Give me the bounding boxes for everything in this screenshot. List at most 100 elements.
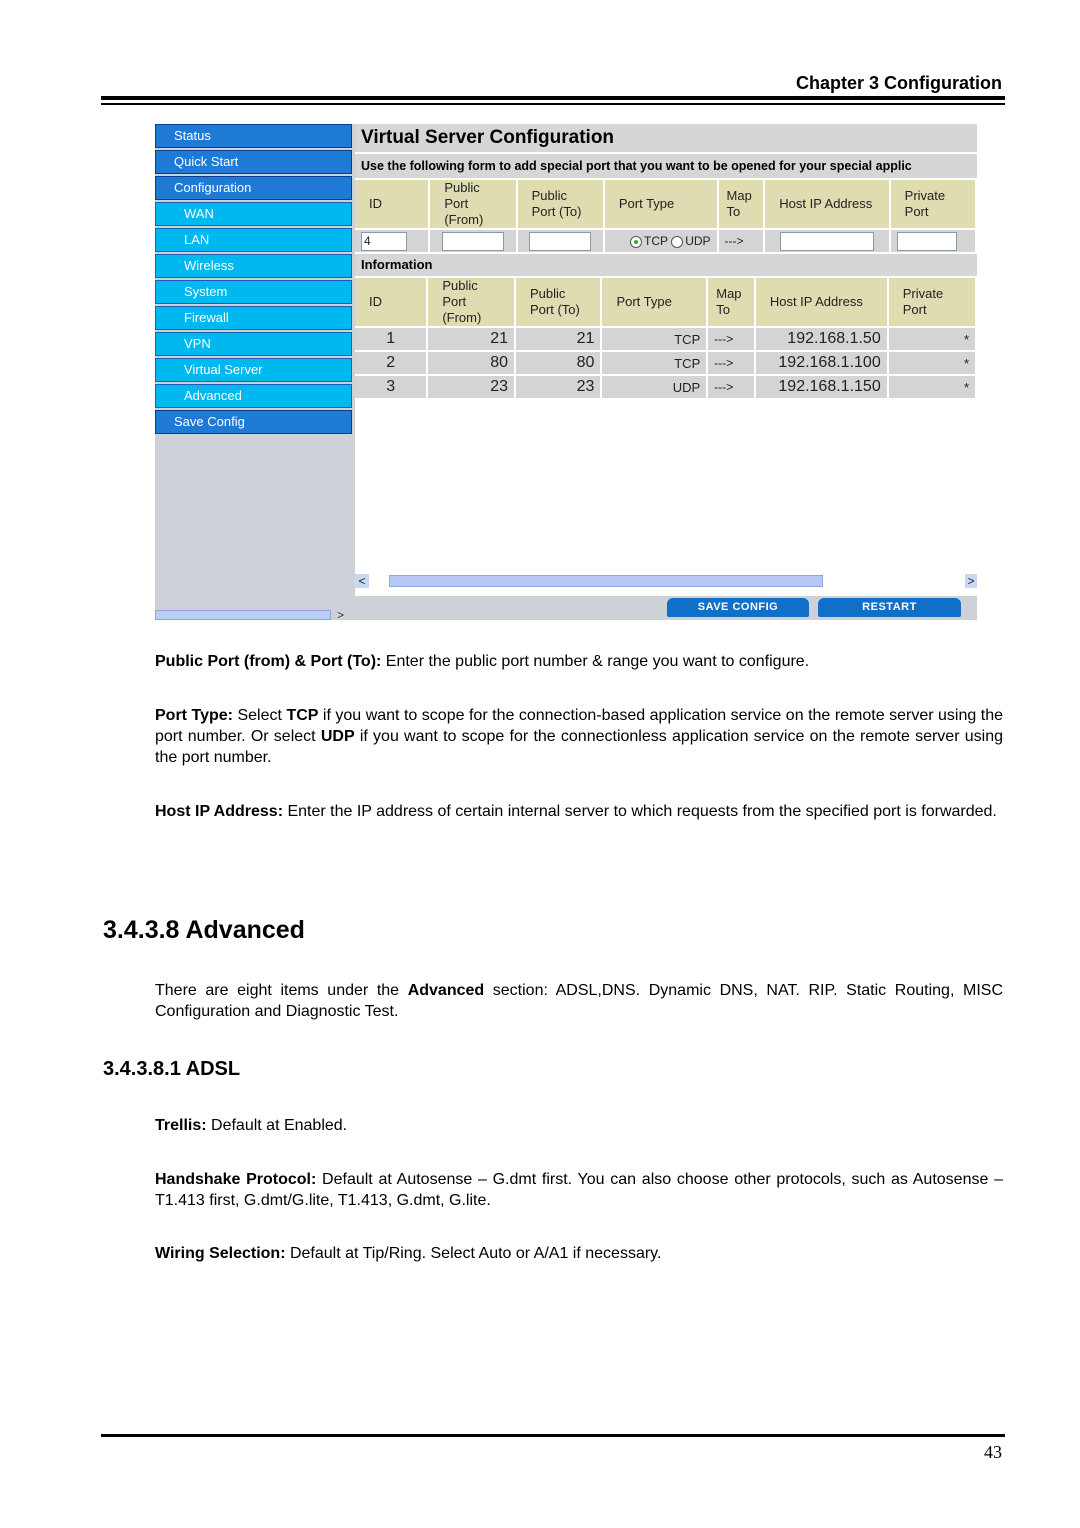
scroll-thumb[interactable] bbox=[389, 575, 823, 587]
scroll-right-icon[interactable]: > bbox=[965, 574, 977, 588]
sidebar-item-wan[interactable]: WAN bbox=[155, 202, 352, 226]
restart-button[interactable]: RESTART bbox=[818, 598, 961, 617]
id-input[interactable]: 4 bbox=[361, 231, 407, 251]
tcp-label: TCP bbox=[644, 234, 668, 248]
tcp-term: TCP bbox=[286, 707, 319, 724]
udp-label: UDP bbox=[685, 234, 711, 248]
column-header-line: Port bbox=[902, 302, 927, 317]
column-header: Port Type bbox=[602, 278, 707, 326]
column-header-line: Public bbox=[444, 180, 480, 195]
column-header: Map To bbox=[708, 278, 754, 326]
table-row: 2 80 80 TCP ---> 192.168.1.100 * bbox=[355, 352, 975, 374]
column-header-line: Public bbox=[442, 278, 478, 293]
paragraph-text: There are eight items under the bbox=[155, 982, 408, 999]
private-port-input[interactable] bbox=[896, 231, 957, 251]
table-header-row: ID Public Port (From) Public Port (To) Port Ty… bbox=[355, 180, 975, 228]
sidebar-item-virtual-server[interactable]: Virtual Server bbox=[155, 358, 352, 382]
page-number: 43 bbox=[984, 1442, 1002, 1462]
cell-to: 80 bbox=[516, 352, 601, 374]
sidebar-item-save-config[interactable]: Save Config bbox=[155, 410, 352, 434]
column-header-line: ID bbox=[369, 294, 382, 309]
sidebar-item-vpn[interactable]: VPN bbox=[155, 332, 352, 356]
add-form-row: 4 TCP UDP ---> bbox=[355, 230, 975, 252]
main-content: Virtual Server Configuration Use the fol… bbox=[355, 124, 977, 574]
paragraph-text: Default at Enabled. bbox=[206, 1117, 348, 1134]
column-header-line: Host IP Address bbox=[779, 196, 873, 211]
sidebar-scrollbar[interactable] bbox=[155, 610, 331, 620]
cell-id: 2 bbox=[355, 352, 427, 374]
horizontal-scrollbar[interactable]: < > bbox=[355, 574, 977, 596]
cell-type: TCP bbox=[602, 328, 707, 350]
column-header-line: Private bbox=[902, 286, 944, 301]
udp-radio[interactable] bbox=[671, 235, 684, 248]
host-ip-input[interactable] bbox=[779, 231, 874, 251]
column-header: ID bbox=[355, 278, 427, 326]
cell-to: 23 bbox=[516, 376, 601, 398]
scroll-left-icon[interactable]: < bbox=[355, 574, 369, 588]
trellis-paragraph: Trellis: Default at Enabled. bbox=[155, 1115, 1003, 1136]
term-label: Port Type: bbox=[155, 707, 233, 724]
cell-ip: 192.168.1.150 bbox=[755, 376, 887, 398]
cell-to: 21 bbox=[516, 328, 601, 350]
information-table: ID Public Port (From) Public Port (To) Port Ty… bbox=[353, 276, 977, 400]
table-row: 1 21 21 TCP ---> 192.168.1.50 * bbox=[355, 328, 975, 350]
public-port-from-input[interactable] bbox=[441, 231, 504, 251]
port-type-paragraph: Port Type: Select TCP if you want to sco… bbox=[155, 705, 1003, 768]
page-description: Use the following form to add special po… bbox=[355, 154, 977, 178]
column-header-line: Host IP Address bbox=[769, 294, 863, 309]
information-heading: Information bbox=[355, 254, 977, 276]
column-header: Host IP Address bbox=[755, 278, 887, 326]
save-config-button[interactable]: SAVE CONFIG bbox=[667, 598, 809, 617]
header-rule-thin bbox=[101, 103, 1005, 105]
handshake-paragraph: Handshake Protocol: Default at Autosense… bbox=[155, 1169, 1003, 1211]
column-header-line: Port Type bbox=[618, 196, 675, 211]
cell-id: 1 bbox=[355, 328, 427, 350]
cell-map: ---> bbox=[708, 376, 754, 398]
cell-type: TCP bbox=[602, 352, 707, 374]
cell-private: * bbox=[888, 376, 975, 398]
paragraph-text: Enter the public port number & range you… bbox=[381, 653, 810, 670]
cell-from: 80 bbox=[428, 352, 515, 374]
cell-ip: 192.168.1.100 bbox=[755, 352, 887, 374]
sidebar-item-system[interactable]: System bbox=[155, 280, 352, 304]
map-to-arrow: ---> bbox=[718, 230, 764, 252]
cell-map: ---> bbox=[708, 328, 754, 350]
term-label: Host IP Address: bbox=[155, 803, 284, 820]
add-form-table: ID Public Port (From) Public Port (To) Port Ty… bbox=[353, 178, 977, 254]
column-header: ID bbox=[355, 180, 429, 228]
sidebar-item-lan[interactable]: LAN bbox=[155, 228, 352, 252]
sidebar-item-status[interactable]: Status bbox=[155, 124, 352, 148]
column-header: Private Port bbox=[888, 278, 975, 326]
column-header-line: Map bbox=[726, 188, 752, 203]
sidebar-item-firewall[interactable]: Firewall bbox=[155, 306, 352, 330]
term-label: Public Port (from) & Port (To): bbox=[155, 653, 382, 670]
column-header-line: Port bbox=[444, 196, 469, 211]
sidebar-scroll-right-icon[interactable]: > bbox=[337, 608, 344, 620]
table-header-row: ID Public Port (From) Public Port (To) Port Ty… bbox=[355, 278, 975, 326]
sidebar-item-advanced[interactable]: Advanced bbox=[155, 384, 352, 408]
table-row: 3 23 23 UDP ---> 192.168.1.150 * bbox=[355, 376, 975, 398]
subsection-heading: 3.4.3.8.1 ADSL bbox=[103, 1058, 241, 1080]
paragraph-text: Default at Tip/Ring. Select Auto or A/A1… bbox=[285, 1245, 662, 1262]
column-header-line: Map bbox=[716, 286, 742, 301]
sidebar-item-configuration[interactable]: Configuration bbox=[155, 176, 352, 200]
cell-type: UDP bbox=[602, 376, 707, 398]
sidebar-item-quick-start[interactable]: Quick Start bbox=[155, 150, 352, 174]
footer-rule bbox=[101, 1434, 1005, 1437]
column-header: Map To bbox=[718, 180, 764, 228]
page-title: Virtual Server Configuration bbox=[355, 124, 977, 152]
advanced-term: Advanced bbox=[407, 982, 485, 999]
column-header-line: Public bbox=[530, 286, 566, 301]
paragraph-text: Select bbox=[232, 707, 287, 724]
public-port-to-input[interactable] bbox=[529, 231, 592, 251]
column-header: Private Port bbox=[890, 180, 975, 228]
sidebar-item-wireless[interactable]: Wireless bbox=[155, 254, 352, 278]
column-header: Public Port (From) bbox=[428, 278, 515, 326]
tcp-radio[interactable] bbox=[630, 235, 643, 248]
column-header-line: Port bbox=[904, 204, 929, 219]
column-header-line: Port Type bbox=[616, 294, 672, 309]
cell-from: 21 bbox=[428, 328, 515, 350]
cell-map: ---> bbox=[708, 352, 754, 374]
cell-private: * bbox=[888, 328, 975, 350]
column-header: Public Port (To) bbox=[516, 278, 601, 326]
